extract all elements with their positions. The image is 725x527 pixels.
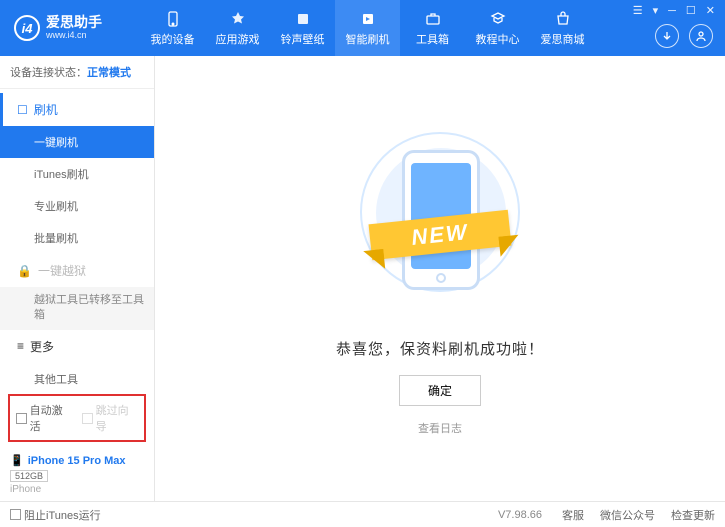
user-button[interactable] (689, 24, 713, 48)
device-capacity: 512GB (10, 470, 48, 482)
device-type: iPhone (10, 484, 144, 495)
store-icon (554, 10, 572, 28)
sidebar-group-flash[interactable]: ☐刷机 (0, 93, 154, 126)
nav-ringtone-wallpaper[interactable]: 铃声壁纸 (270, 0, 335, 56)
device-phone-icon: 📱 (10, 454, 24, 467)
flash-icon (359, 10, 377, 28)
ringtone-icon (294, 10, 312, 28)
toolbox-icon (424, 10, 442, 28)
device-info: 📱iPhone 15 Pro Max 512GB iPhone (0, 448, 154, 501)
checkbox-skip-guide: 跳过向导 (82, 402, 138, 434)
app-header: i4 爱思助手 www.i4.cn 我的设备 应用游戏 铃声壁纸 智能刷机 工具… (0, 0, 725, 56)
phone-icon (164, 10, 182, 28)
minimize-button[interactable]: ─ (666, 5, 678, 17)
lock-icon: 🔒 (17, 264, 32, 278)
tutorial-icon (489, 10, 507, 28)
nav-smart-flash[interactable]: 智能刷机 (335, 0, 400, 56)
nav-store[interactable]: 爱思商城 (530, 0, 595, 56)
maximize-button[interactable]: ☐ (684, 4, 698, 17)
top-nav: 我的设备 应用游戏 铃声壁纸 智能刷机 工具箱 教程中心 爱思商城 (140, 0, 595, 56)
device-status: 设备连接状态：正常模式 (0, 56, 154, 89)
status-mode: 正常模式 (87, 67, 131, 79)
version-label: V7.98.66 (498, 509, 542, 521)
sidebar-item-itunes-flash[interactable]: iTunes刷机 (0, 158, 154, 190)
nav-my-device[interactable]: 我的设备 (140, 0, 205, 56)
logo-area: i4 爱思助手 www.i4.cn (0, 15, 140, 41)
flash-options-highlight: 自动激活 跳过向导 (8, 394, 146, 442)
sidebar: 设备连接状态：正常模式 ☐刷机 一键刷机 iTunes刷机 专业刷机 批量刷机 … (0, 56, 155, 501)
sidebar-group-more[interactable]: ≡更多 (0, 330, 154, 363)
sidebar-group-jailbreak: 🔒一键越狱 (0, 254, 154, 287)
view-log-link[interactable]: 查看日志 (418, 420, 462, 436)
sidebar-item-onekey-flash[interactable]: 一键刷机 (0, 126, 154, 158)
apps-icon (229, 10, 247, 28)
logo-icon: i4 (14, 15, 40, 41)
close-button[interactable]: ✕ (704, 4, 717, 17)
sidebar-jailbreak-note: 越狱工具已转移至工具箱 (0, 287, 154, 330)
checkbox-auto-activate[interactable]: 自动激活 (16, 402, 72, 434)
sidebar-item-other-tools[interactable]: 其他工具 (0, 363, 154, 388)
menu-icon[interactable]: ☰ (631, 4, 645, 17)
dropdown-icon[interactable]: ▾ (651, 4, 661, 17)
nav-toolbox[interactable]: 工具箱 (400, 0, 465, 56)
success-message: 恭喜您，保资料刷机成功啦！ (336, 338, 544, 359)
app-subtitle: www.i4.cn (46, 31, 102, 41)
footer: 阻止iTunes运行 V7.98.66 客服 微信公众号 检查更新 (0, 501, 725, 527)
flash-group-icon: ☐ (17, 103, 28, 117)
window-controls: ☰ ▾ ─ ☐ ✕ (631, 4, 717, 17)
nav-tutorials[interactable]: 教程中心 (465, 0, 530, 56)
ok-button[interactable]: 确定 (399, 375, 481, 406)
success-illustration: NEW (350, 122, 530, 322)
checkbox-block-itunes[interactable]: 阻止iTunes运行 (10, 507, 101, 523)
device-name[interactable]: 📱iPhone 15 Pro Max (10, 454, 144, 467)
more-icon: ≡ (17, 339, 24, 353)
main-content: NEW 恭喜您，保资料刷机成功啦！ 确定 查看日志 (155, 56, 725, 501)
footer-link-wechat[interactable]: 微信公众号 (600, 507, 655, 523)
footer-link-update[interactable]: 检查更新 (671, 507, 715, 523)
download-button[interactable] (655, 24, 679, 48)
nav-apps-games[interactable]: 应用游戏 (205, 0, 270, 56)
sidebar-item-pro-flash[interactable]: 专业刷机 (0, 190, 154, 222)
app-title: 爱思助手 (46, 15, 102, 30)
sidebar-item-batch-flash[interactable]: 批量刷机 (0, 222, 154, 254)
footer-link-service[interactable]: 客服 (562, 507, 584, 523)
